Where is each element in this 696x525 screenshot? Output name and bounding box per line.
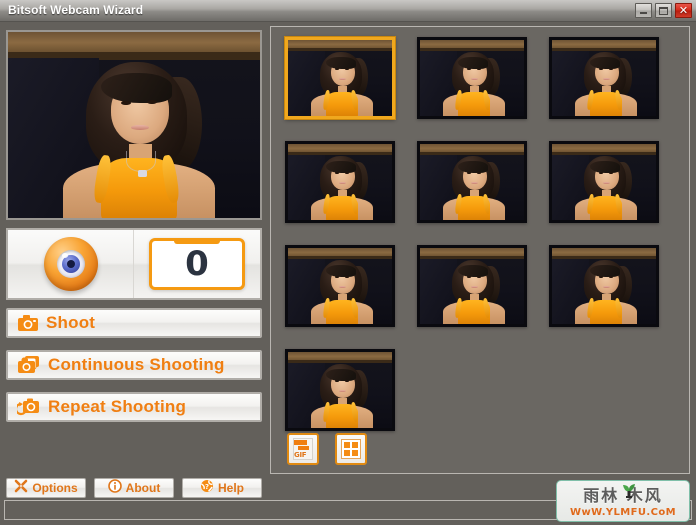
- grid-four-icon: [341, 439, 361, 459]
- thumbnail-item[interactable]: [285, 37, 395, 119]
- options-button[interactable]: Options: [6, 478, 86, 498]
- help-button[interactable]: ? Help: [182, 478, 262, 498]
- thumbnail-item[interactable]: [549, 245, 659, 327]
- title-bar: Bitsoft Webcam Wizard ✕: [0, 0, 696, 22]
- grid-view-button[interactable]: [335, 433, 367, 465]
- gif-file-icon: GIF: [293, 438, 313, 460]
- camera-repeat-icon: [17, 397, 41, 417]
- help-globe-icon: ?: [200, 479, 214, 498]
- preview-photo: [8, 32, 260, 218]
- thumbnail-item[interactable]: [285, 141, 395, 223]
- gif-icon-label: GIF: [294, 451, 307, 459]
- thumbnail-item[interactable]: [417, 37, 527, 119]
- close-button[interactable]: ✕: [675, 3, 692, 18]
- counter-tab: [174, 238, 220, 244]
- shot-counter: 0: [149, 238, 245, 290]
- about-button[interactable]: About: [94, 478, 174, 498]
- window-title: Bitsoft Webcam Wizard: [8, 3, 144, 17]
- continuous-shooting-label: Continuous Shooting: [48, 355, 225, 374]
- about-label: About: [125, 481, 161, 495]
- info-icon: [107, 478, 122, 498]
- leaf-icon: [621, 483, 637, 498]
- maximize-icon: [659, 6, 668, 15]
- thumbnail-item[interactable]: [417, 245, 527, 327]
- watermark-url: WwW.YLMFU.CoM: [570, 507, 676, 518]
- left-panel: 0 Shoot Continuous Shooting Repeat Shoot…: [0, 22, 268, 500]
- webcam-preview[interactable]: [6, 30, 262, 220]
- shoot-button[interactable]: Shoot: [6, 308, 262, 338]
- thumbnail-item[interactable]: [549, 141, 659, 223]
- help-label: Help: [217, 481, 244, 495]
- options-label: Options: [32, 481, 78, 495]
- eye-icon: [43, 237, 98, 291]
- continuous-shooting-button[interactable]: Continuous Shooting: [6, 350, 262, 380]
- minimize-icon: [640, 12, 647, 14]
- shoot-label: Shoot: [46, 313, 96, 332]
- thumbnail-toolbar: GIF: [287, 433, 367, 465]
- tools-icon: [14, 479, 28, 498]
- camera-icon: [17, 314, 39, 332]
- thumbnail-item[interactable]: [549, 37, 659, 119]
- close-icon: ✕: [678, 4, 689, 17]
- app-window: Bitsoft Webcam Wizard ✕ 0 Shoot Continuo…: [0, 0, 696, 525]
- counter-icon-cell: [8, 230, 134, 298]
- repeat-shooting-button[interactable]: Repeat Shooting: [6, 392, 262, 422]
- watermark: 雨林 木风 WwW.YLMFU.CoM: [556, 480, 690, 522]
- svg-text:?: ?: [205, 483, 209, 491]
- repeat-shooting-label: Repeat Shooting: [48, 397, 187, 416]
- make-gif-button[interactable]: GIF: [287, 433, 319, 465]
- minimize-button[interactable]: [635, 3, 652, 18]
- thumbnail-grid: [285, 37, 677, 431]
- window-controls: ✕: [635, 3, 692, 18]
- counter-strip: 0: [6, 228, 262, 300]
- thumbnail-item[interactable]: [285, 245, 395, 327]
- camera-stack-icon: [17, 355, 41, 375]
- thumbnail-item[interactable]: [285, 349, 395, 431]
- counter-value-cell: 0: [134, 230, 260, 298]
- counter-value: 0: [185, 244, 209, 284]
- thumbnail-item[interactable]: [417, 141, 527, 223]
- maximize-button[interactable]: [655, 3, 672, 18]
- thumbnail-panel: GIF: [270, 26, 690, 474]
